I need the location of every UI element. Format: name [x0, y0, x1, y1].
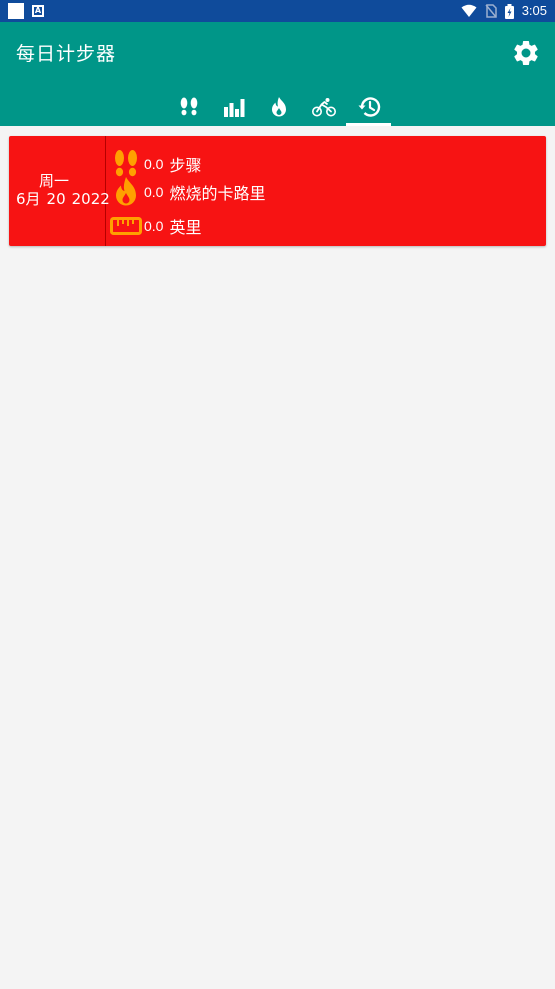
calories-value: 0.0 — [144, 184, 164, 200]
tab-steps[interactable] — [166, 88, 211, 126]
distance-unit: 英里 — [169, 218, 202, 237]
battery-icon — [504, 3, 514, 19]
history-card[interactable]: 周一 6月 20 2022 0.0 步骤 0.0 燃烧的卡路里 0.0 英里 — [9, 136, 546, 246]
steps-value: 0.0 — [144, 156, 164, 172]
tab-cycling[interactable] — [301, 88, 346, 126]
tab-history[interactable] — [346, 88, 391, 126]
gear-icon — [514, 40, 538, 65]
clock-time: 3:05 — [521, 3, 547, 18]
date-year: 2022 — [71, 190, 110, 208]
no-sim-icon — [485, 4, 497, 18]
flame-icon — [116, 177, 136, 206]
ruler-icon — [110, 217, 142, 235]
notification-a-icon: A — [32, 5, 44, 17]
app-bar: 每日计步器 — [0, 22, 555, 126]
bar-chart-icon — [223, 99, 244, 117]
footprints-icon — [115, 150, 137, 177]
wifi-icon — [461, 4, 477, 17]
distance-stat-row: 0.0 英里 — [109, 210, 201, 242]
settings-button[interactable] — [511, 38, 541, 68]
date-column: 周一 6月 20 2022 — [9, 136, 110, 246]
app-title: 每日计步器 — [16, 43, 117, 65]
steps-unit: 步骤 — [169, 156, 202, 175]
calories-unit: 燃烧的卡路里 — [169, 184, 266, 203]
history-icon — [358, 97, 380, 117]
tab-stats[interactable] — [211, 88, 256, 126]
flame-icon — [271, 97, 286, 117]
weekday-label: 周一 — [39, 172, 70, 190]
calories-stat-row: 0.0 燃烧的卡路里 — [109, 176, 265, 208]
footprints-icon — [180, 97, 197, 116]
notification-square-icon — [8, 3, 24, 19]
bicycle-icon — [311, 98, 336, 117]
status-bar: A 3:05 — [0, 0, 555, 22]
tab-bar — [166, 88, 391, 126]
date-day: 20 — [46, 190, 66, 208]
distance-value: 0.0 — [144, 218, 164, 234]
tab-calories[interactable] — [256, 88, 301, 126]
date-label: 6月 20 2022 — [16, 189, 116, 209]
date-month: 6月 — [16, 190, 41, 208]
